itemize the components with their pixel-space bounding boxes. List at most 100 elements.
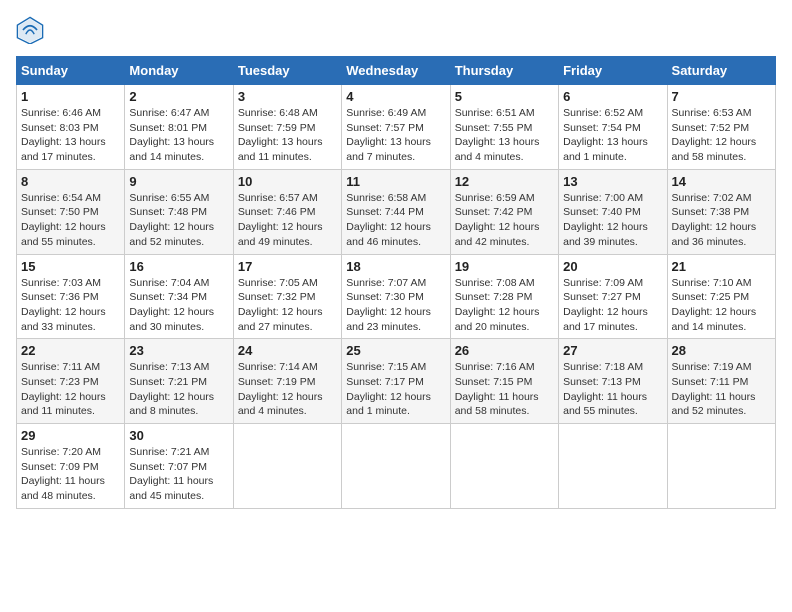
day-number: 27 (563, 343, 662, 358)
day-info: Sunrise: 6:52 AMSunset: 7:54 PMDaylight:… (563, 106, 662, 165)
day-number: 13 (563, 174, 662, 189)
weekday-header-tuesday: Tuesday (233, 57, 341, 85)
calendar-cell: 23 Sunrise: 7:13 AMSunset: 7:21 PMDayligh… (125, 339, 233, 424)
calendar-cell: 8 Sunrise: 6:54 AMSunset: 7:50 PMDaylight… (17, 169, 125, 254)
day-info: Sunrise: 7:07 AMSunset: 7:30 PMDaylight:… (346, 276, 445, 335)
day-number: 15 (21, 259, 120, 274)
calendar-cell: 17 Sunrise: 7:05 AMSunset: 7:32 PMDayligh… (233, 254, 341, 339)
day-number: 3 (238, 89, 337, 104)
calendar-cell: 5 Sunrise: 6:51 AMSunset: 7:55 PMDaylight… (450, 85, 558, 170)
day-info: Sunrise: 7:19 AMSunset: 7:11 PMDaylight:… (672, 360, 771, 419)
calendar-cell (450, 424, 558, 509)
weekday-header-sunday: Sunday (17, 57, 125, 85)
day-number: 18 (346, 259, 445, 274)
calendar-cell (667, 424, 775, 509)
day-info: Sunrise: 7:04 AMSunset: 7:34 PMDaylight:… (129, 276, 228, 335)
day-info: Sunrise: 6:55 AMSunset: 7:48 PMDaylight:… (129, 191, 228, 250)
day-info: Sunrise: 6:53 AMSunset: 7:52 PMDaylight:… (672, 106, 771, 165)
day-info: Sunrise: 7:14 AMSunset: 7:19 PMDaylight:… (238, 360, 337, 419)
calendar-cell: 7 Sunrise: 6:53 AMSunset: 7:52 PMDaylight… (667, 85, 775, 170)
weekday-header-wednesday: Wednesday (342, 57, 450, 85)
weekday-header-saturday: Saturday (667, 57, 775, 85)
calendar-week-row: 1 Sunrise: 6:46 AMSunset: 8:03 PMDaylight… (17, 85, 776, 170)
day-info: Sunrise: 7:05 AMSunset: 7:32 PMDaylight:… (238, 276, 337, 335)
day-info: Sunrise: 7:21 AMSunset: 7:07 PMDaylight:… (129, 445, 228, 504)
day-number: 28 (672, 343, 771, 358)
day-number: 11 (346, 174, 445, 189)
day-number: 12 (455, 174, 554, 189)
day-number: 19 (455, 259, 554, 274)
day-info: Sunrise: 6:49 AMSunset: 7:57 PMDaylight:… (346, 106, 445, 165)
day-info: Sunrise: 6:54 AMSunset: 7:50 PMDaylight:… (21, 191, 120, 250)
calendar-cell: 15 Sunrise: 7:03 AMSunset: 7:36 PMDayligh… (17, 254, 125, 339)
day-number: 14 (672, 174, 771, 189)
calendar-week-row: 29Sunrise: 7:20 AMSunset: 7:09 PMDayligh… (17, 424, 776, 509)
day-info: Sunrise: 7:08 AMSunset: 7:28 PMDaylight:… (455, 276, 554, 335)
day-number: 2 (129, 89, 228, 104)
weekday-header-thursday: Thursday (450, 57, 558, 85)
weekday-header-friday: Friday (559, 57, 667, 85)
day-number: 23 (129, 343, 228, 358)
day-info: Sunrise: 6:58 AMSunset: 7:44 PMDaylight:… (346, 191, 445, 250)
calendar-cell: 3Sunrise: 6:48 AMSunset: 7:59 PMDaylight… (233, 85, 341, 170)
day-number: 21 (672, 259, 771, 274)
logo (16, 16, 48, 44)
day-info: Sunrise: 7:13 AMSunset: 7:21 PMDaylight:… (129, 360, 228, 419)
day-number: 20 (563, 259, 662, 274)
day-number: 8 (21, 174, 120, 189)
calendar-table: SundayMondayTuesdayWednesdayThursdayFrid… (16, 56, 776, 509)
day-number: 6 (563, 89, 662, 104)
calendar-cell: 26 Sunrise: 7:16 AMSunset: 7:15 PMDayligh… (450, 339, 558, 424)
calendar-cell (559, 424, 667, 509)
calendar-cell: 19 Sunrise: 7:08 AMSunset: 7:28 PMDayligh… (450, 254, 558, 339)
logo-icon (16, 16, 44, 44)
day-number: 7 (672, 89, 771, 104)
calendar-week-row: 22 Sunrise: 7:11 AMSunset: 7:23 PMDayligh… (17, 339, 776, 424)
day-info: Sunrise: 7:16 AMSunset: 7:15 PMDaylight:… (455, 360, 554, 419)
day-number: 24 (238, 343, 337, 358)
calendar-cell: 14 Sunrise: 7:02 AMSunset: 7:38 PMDayligh… (667, 169, 775, 254)
calendar-cell: 12 Sunrise: 6:59 AMSunset: 7:42 PMDayligh… (450, 169, 558, 254)
day-number: 25 (346, 343, 445, 358)
calendar-cell: 1 Sunrise: 6:46 AMSunset: 8:03 PMDaylight… (17, 85, 125, 170)
calendar-cell: 30 Sunrise: 7:21 AMSunset: 7:07 PMDayligh… (125, 424, 233, 509)
day-info: Sunrise: 7:11 AMSunset: 7:23 PMDaylight:… (21, 360, 120, 419)
day-info: Sunrise: 6:46 AMSunset: 8:03 PMDaylight:… (21, 106, 120, 165)
calendar-cell: 6 Sunrise: 6:52 AMSunset: 7:54 PMDaylight… (559, 85, 667, 170)
day-info: Sunrise: 7:09 AMSunset: 7:27 PMDaylight:… (563, 276, 662, 335)
day-info: Sunrise: 7:18 AMSunset: 7:13 PMDaylight:… (563, 360, 662, 419)
calendar-cell: 13 Sunrise: 7:00 AMSunset: 7:40 PMDayligh… (559, 169, 667, 254)
day-number: 22 (21, 343, 120, 358)
weekday-header-row: SundayMondayTuesdayWednesdayThursdayFrid… (17, 57, 776, 85)
day-number: 26 (455, 343, 554, 358)
day-info: Sunrise: 6:51 AMSunset: 7:55 PMDaylight:… (455, 106, 554, 165)
day-number: 17 (238, 259, 337, 274)
calendar-cell: 11 Sunrise: 6:58 AMSunset: 7:44 PMDayligh… (342, 169, 450, 254)
day-info: Sunrise: 7:02 AMSunset: 7:38 PMDaylight:… (672, 191, 771, 250)
day-number: 5 (455, 89, 554, 104)
calendar-cell: 25 Sunrise: 7:15 AMSunset: 7:17 PMDayligh… (342, 339, 450, 424)
day-number: 16 (129, 259, 228, 274)
calendar-cell: 16 Sunrise: 7:04 AMSunset: 7:34 PMDayligh… (125, 254, 233, 339)
day-info: Sunrise: 6:59 AMSunset: 7:42 PMDaylight:… (455, 191, 554, 250)
calendar-cell: 4Sunrise: 6:49 AMSunset: 7:57 PMDaylight… (342, 85, 450, 170)
calendar-cell: 20 Sunrise: 7:09 AMSunset: 7:27 PMDayligh… (559, 254, 667, 339)
calendar-week-row: 15 Sunrise: 7:03 AMSunset: 7:36 PMDayligh… (17, 254, 776, 339)
day-info: Sunrise: 7:20 AMSunset: 7:09 PMDaylight:… (21, 445, 120, 504)
day-number: 9 (129, 174, 228, 189)
day-info: Sunrise: 7:03 AMSunset: 7:36 PMDaylight:… (21, 276, 120, 335)
calendar-cell: 10Sunrise: 6:57 AMSunset: 7:46 PMDayligh… (233, 169, 341, 254)
calendar-cell: 2 Sunrise: 6:47 AMSunset: 8:01 PMDaylight… (125, 85, 233, 170)
calendar-cell: 9 Sunrise: 6:55 AMSunset: 7:48 PMDaylight… (125, 169, 233, 254)
day-number: 30 (129, 428, 228, 443)
weekday-header-monday: Monday (125, 57, 233, 85)
day-info: Sunrise: 7:00 AMSunset: 7:40 PMDaylight:… (563, 191, 662, 250)
day-number: 10 (238, 174, 337, 189)
calendar-cell: 21Sunrise: 7:10 AMSunset: 7:25 PMDayligh… (667, 254, 775, 339)
day-number: 1 (21, 89, 120, 104)
calendar-week-row: 8 Sunrise: 6:54 AMSunset: 7:50 PMDaylight… (17, 169, 776, 254)
calendar-cell: 24 Sunrise: 7:14 AMSunset: 7:19 PMDayligh… (233, 339, 341, 424)
calendar-cell: 28 Sunrise: 7:19 AMSunset: 7:11 PMDayligh… (667, 339, 775, 424)
day-info: Sunrise: 7:15 AMSunset: 7:17 PMDaylight:… (346, 360, 445, 419)
day-info: Sunrise: 6:47 AMSunset: 8:01 PMDaylight:… (129, 106, 228, 165)
